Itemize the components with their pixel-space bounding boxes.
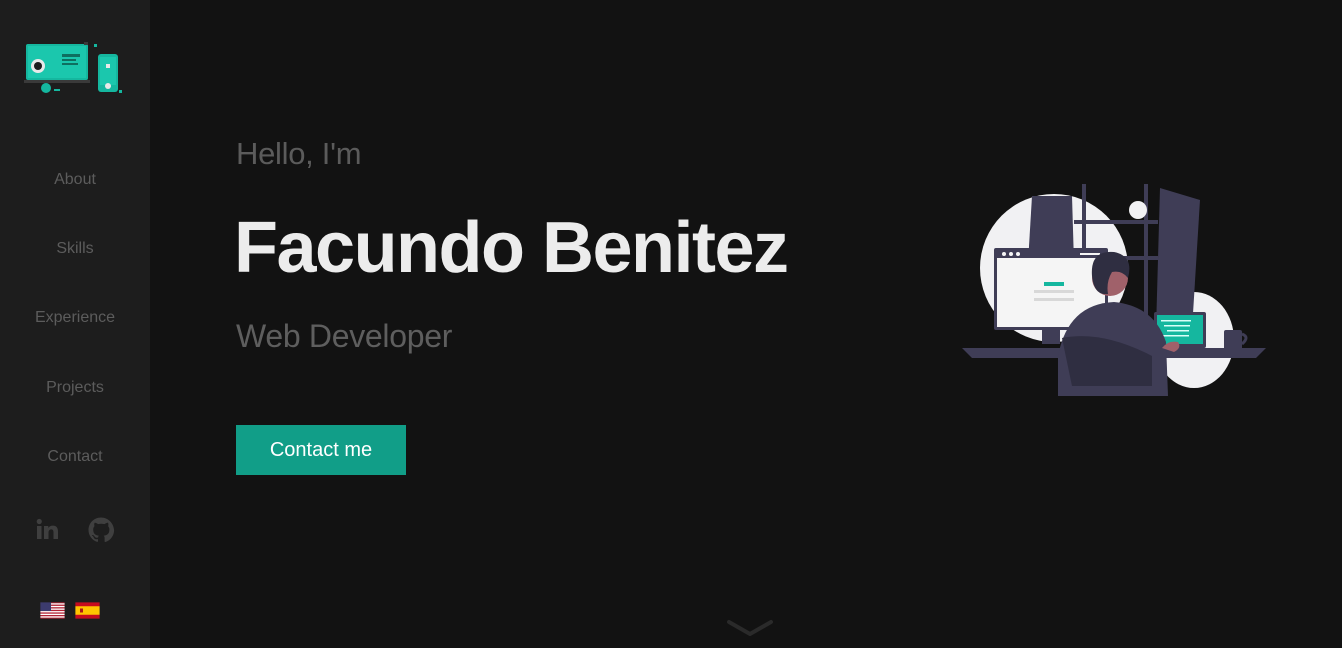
logo-devices-icon[interactable]: [24, 42, 124, 96]
sidebar: About Skills Experience Projects Contact: [0, 0, 150, 648]
hero-greeting: Hello, I'm: [236, 136, 362, 171]
hero-name: Facundo Benitez: [234, 208, 789, 288]
us-flag-icon[interactable]: [40, 602, 65, 619]
nav-item-projects[interactable]: Projects: [0, 379, 150, 397]
github-icon[interactable]: [87, 516, 115, 544]
nav-item-contact[interactable]: Contact: [0, 448, 150, 466]
nav-item-about[interactable]: About: [0, 171, 150, 189]
linkedin-icon[interactable]: [34, 516, 62, 544]
nav-item-skills[interactable]: Skills: [0, 240, 150, 258]
spain-flag-icon[interactable]: [75, 602, 100, 619]
developer-illustration: [962, 184, 1266, 396]
scroll-down-chevron-icon[interactable]: [726, 618, 774, 638]
page: About Skills Experience Projects Contact: [0, 0, 1342, 648]
language-switcher: [40, 602, 104, 620]
social-links: [34, 516, 118, 546]
hero-role: Web Developer: [236, 318, 453, 354]
nav-item-experience[interactable]: Experience: [0, 309, 150, 327]
contact-me-button[interactable]: Contact me: [236, 425, 406, 475]
